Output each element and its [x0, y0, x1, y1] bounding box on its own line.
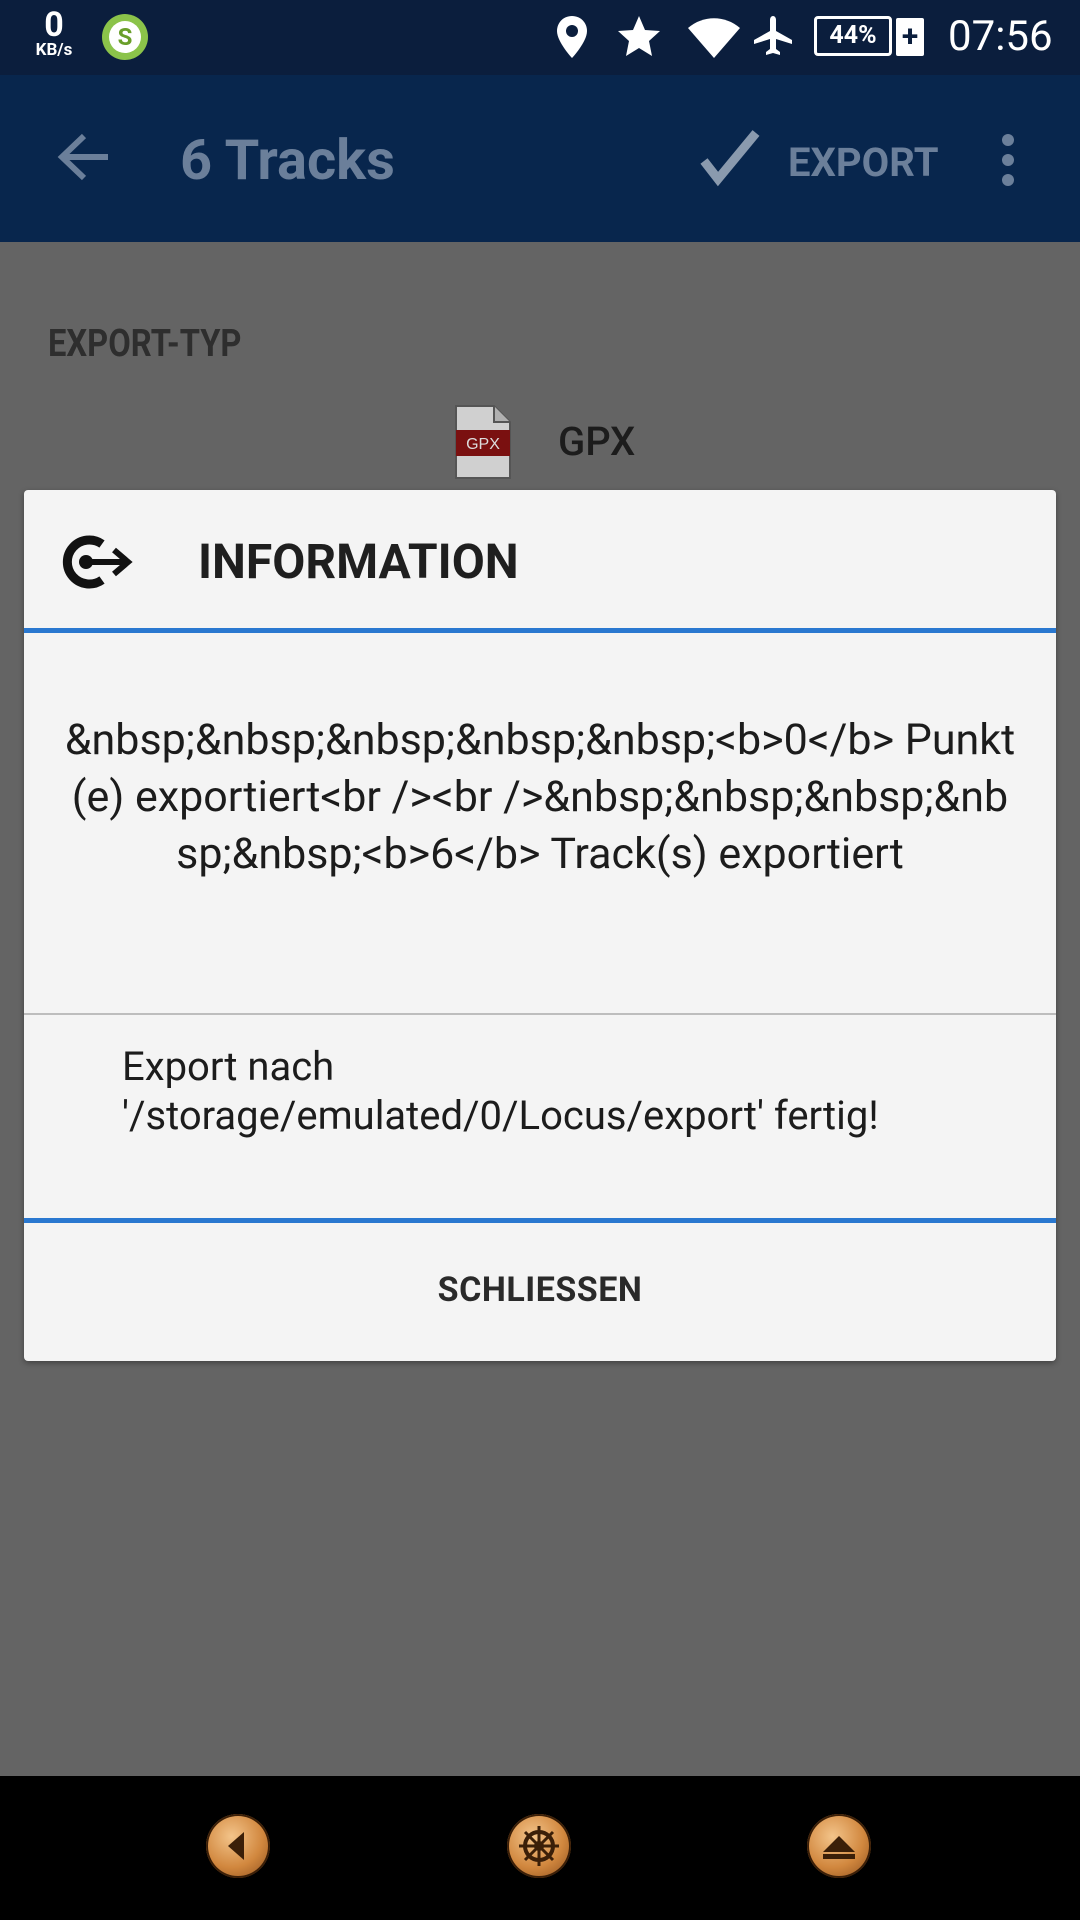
star-icon — [618, 16, 660, 56]
ship-wheel-icon — [519, 1826, 559, 1866]
nav-up-icon — [823, 1836, 855, 1859]
dialog-divider — [24, 1013, 1056, 1015]
app-notification-icon: S — [102, 14, 148, 60]
export-type-label: EXPORT-TYP — [48, 322, 242, 366]
wifi-icon — [688, 18, 740, 58]
page-title: 6 Tracks — [180, 127, 395, 193]
navigation-bar — [0, 1776, 1080, 1920]
nav-recents-button[interactable] — [807, 1814, 871, 1878]
battery-level: 44% — [814, 16, 892, 56]
gpx-file-icon: GPX — [455, 405, 511, 479]
airplane-mode-icon — [754, 16, 792, 55]
export-button[interactable]: EXPORT — [788, 139, 939, 186]
network-speed-unit: KB/s — [35, 40, 73, 60]
back-arrow-icon[interactable] — [56, 131, 112, 183]
more-options-icon[interactable] — [998, 133, 1018, 187]
nav-back-button[interactable] — [206, 1814, 270, 1878]
app-notification-badge: S — [109, 21, 141, 53]
network-speed-value: 0 — [44, 5, 64, 45]
network-speed: 0 KB/s — [26, 8, 82, 59]
svg-text:GPX: GPX — [466, 436, 500, 453]
export-icon — [62, 535, 133, 589]
dialog-title: INFORMATION — [198, 533, 519, 590]
location-icon — [557, 16, 587, 58]
dialog-header-divider — [24, 628, 1056, 633]
close-button[interactable]: SCHLIESSEN — [24, 1218, 1056, 1361]
nav-home-button[interactable] — [507, 1814, 571, 1878]
status-bar: 0 KB/s S 44% + 07:56 — [0, 0, 1080, 75]
dialog-message: &nbsp;&nbsp;&nbsp;&nbsp;&nbsp;<b>0</b> P… — [64, 715, 1016, 879]
export-path-message: Export nach '/storage/emulated/0/Locus/e… — [122, 1043, 879, 1139]
export-type-value[interactable]: GPX — [558, 418, 635, 465]
dialog-header: INFORMATION — [24, 490, 1056, 630]
battery-charging-icon: + — [896, 18, 924, 56]
app-bar: 6 Tracks EXPORT — [0, 75, 1080, 242]
nav-back-icon — [228, 1832, 244, 1860]
check-icon[interactable] — [700, 127, 760, 187]
clock: 07:56 — [948, 12, 1053, 61]
information-dialog: INFORMATION &nbsp;&nbsp;&nbsp;&nbsp;&nbs… — [24, 490, 1056, 1361]
